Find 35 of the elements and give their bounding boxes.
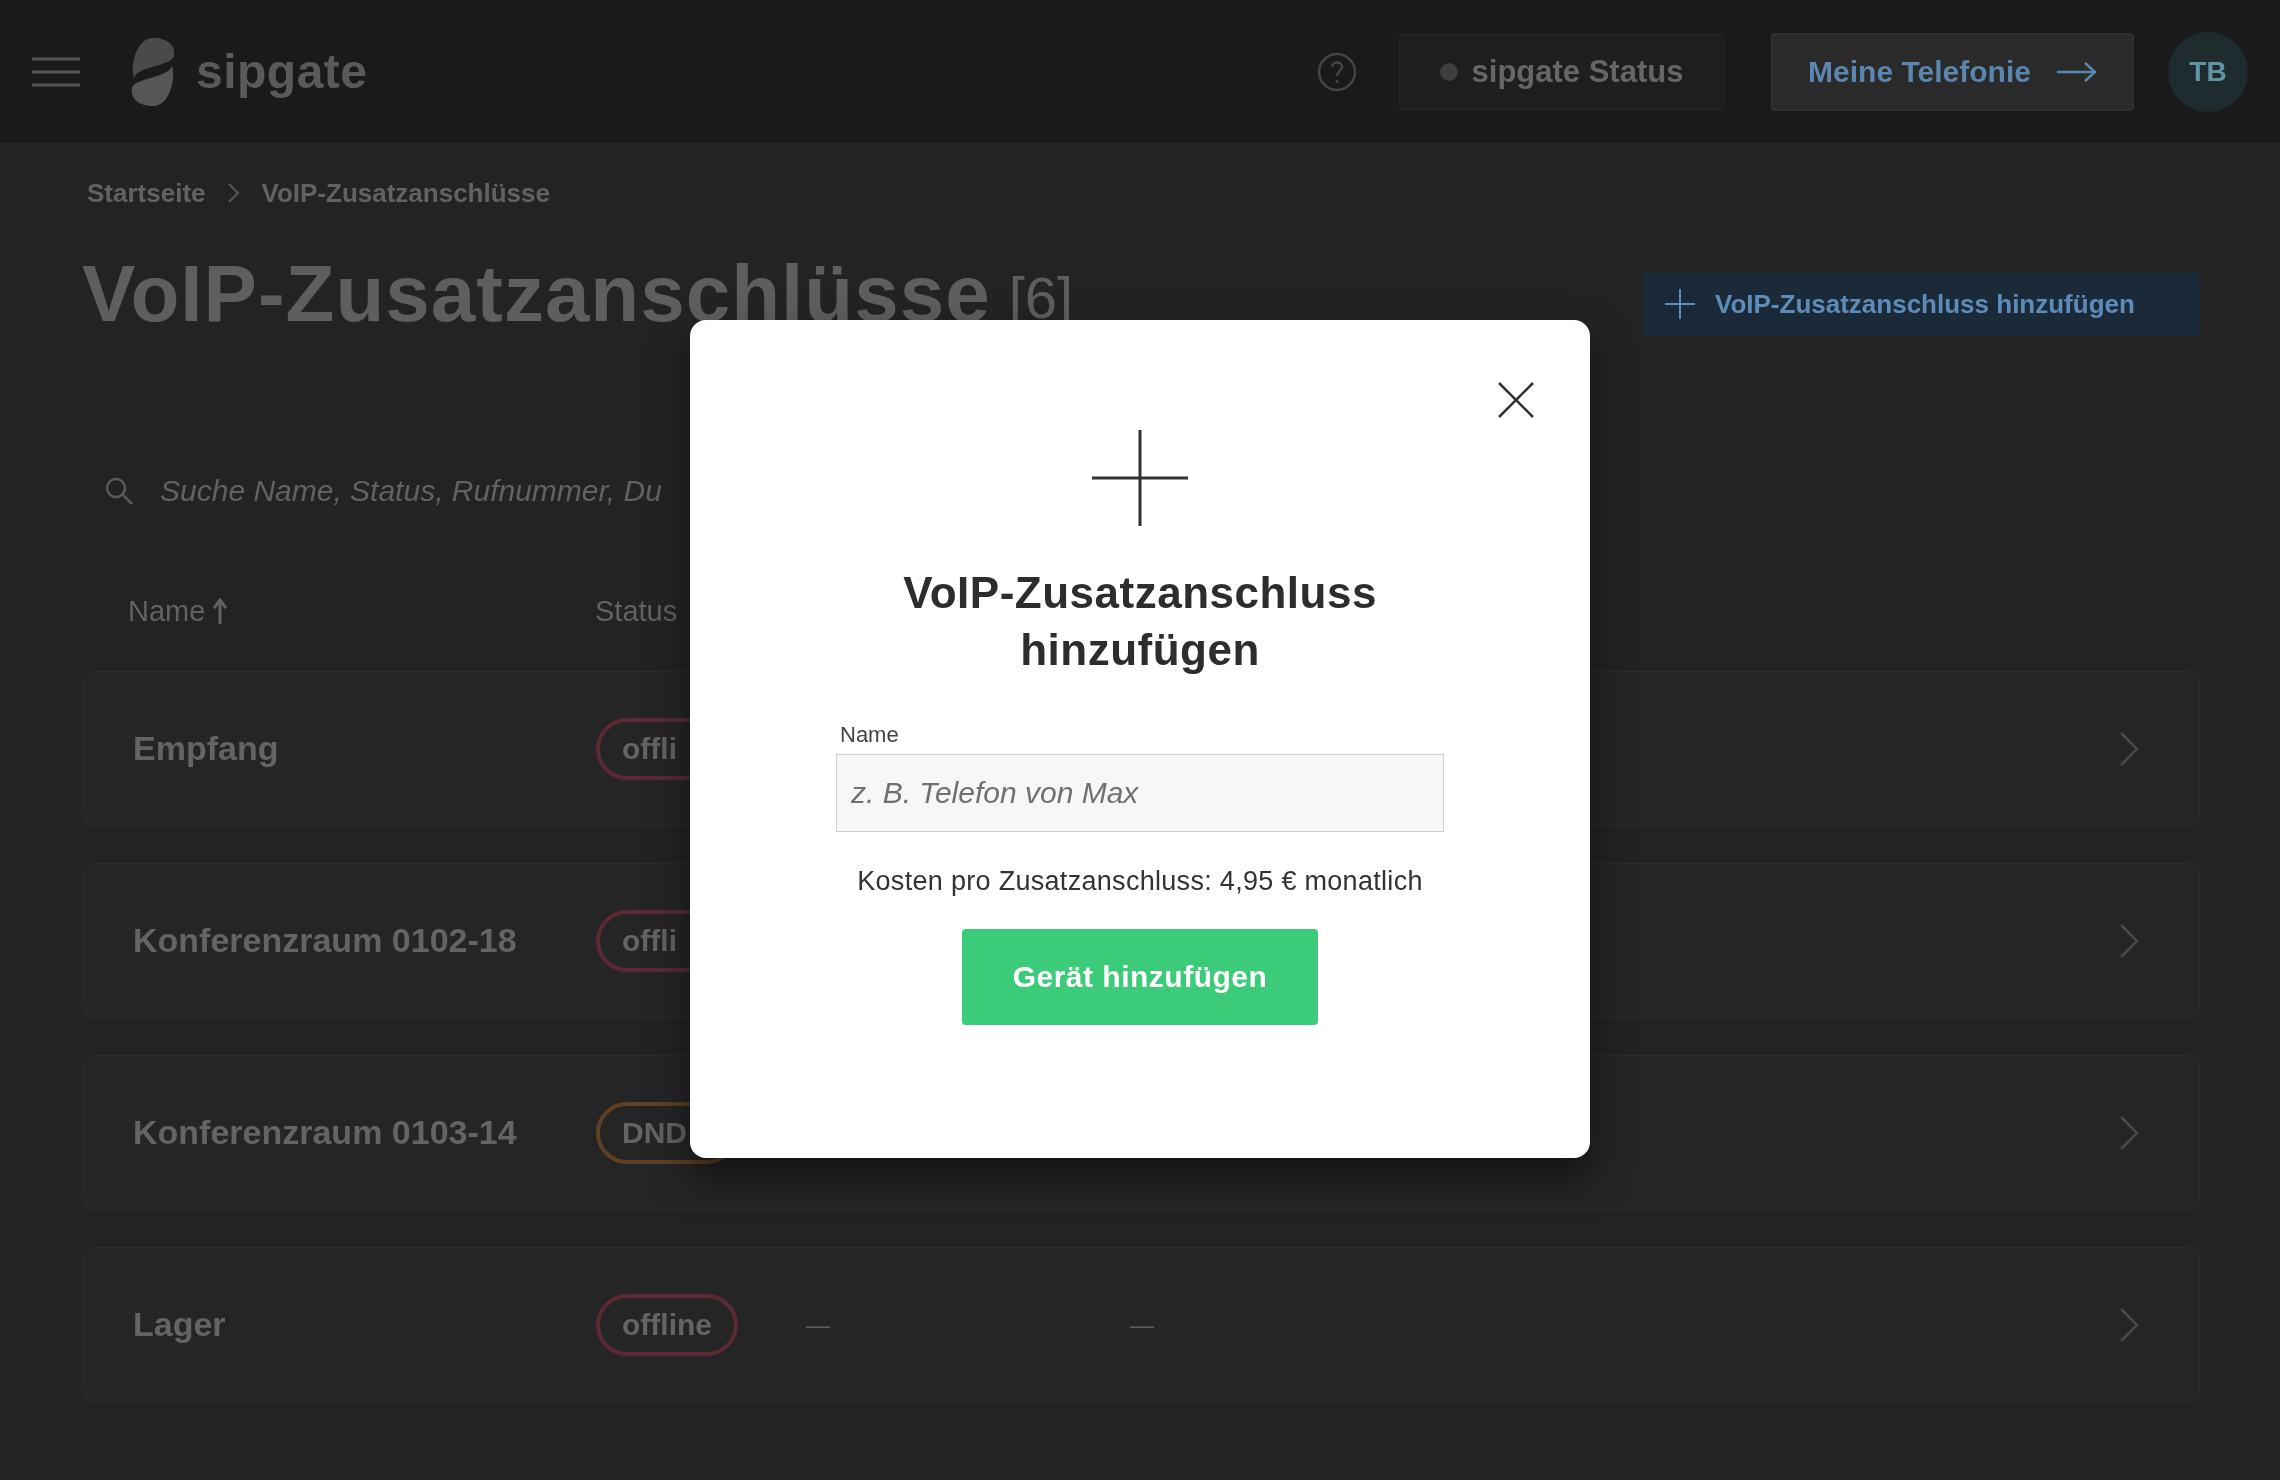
field-label: Name: [840, 722, 899, 748]
submit-button[interactable]: Gerät hinzufügen: [962, 929, 1318, 1025]
telephony-button[interactable]: Meine Telefonie: [1771, 32, 2134, 111]
status-dot-icon: [1439, 62, 1458, 81]
logo-text: sipgate: [196, 44, 368, 99]
name-input[interactable]: z. B. Telefon von Max: [836, 754, 1444, 832]
search-field[interactable]: Suche Name, Status, Rufnummer, Du: [160, 474, 662, 508]
dialog-title: VoIP-Zusatzanschluss hinzufügen: [902, 567, 1378, 676]
device-name: Konferenzraum 0102-18: [133, 921, 518, 960]
chevron-right-icon: [2119, 1306, 2139, 1343]
chevron-right-icon: [2119, 730, 2139, 767]
search-icon: [104, 476, 134, 506]
breadcrumb-link[interactable]: Startseite: [87, 177, 206, 209]
plus-icon: [1092, 430, 1188, 526]
chevron-right-icon: [227, 183, 240, 203]
table-cell: —: [806, 1310, 830, 1339]
device-name: Lager: [133, 1305, 227, 1344]
chevron-right-icon: [2119, 1114, 2139, 1151]
menu-icon[interactable]: [32, 56, 80, 87]
user-avatar[interactable]: TB: [2168, 31, 2248, 112]
device-name: Konferenzraum 0103-14: [133, 1113, 518, 1152]
plus-icon: [1665, 289, 1695, 319]
help-icon[interactable]: [1317, 51, 1357, 92]
chevron-right-icon: [2119, 922, 2139, 959]
status-badge: offline: [596, 1293, 738, 1356]
page-title: VoIP-Zusatzanschlüsse: [82, 248, 991, 340]
device-name: Empfang: [133, 729, 280, 768]
add-button[interactable]: VoIP-Zusatzanschluss hinzufügen: [1643, 272, 2200, 336]
column-header[interactable]: Name: [128, 594, 595, 628]
table-row[interactable]: Lager offline — —: [82, 1247, 2200, 1402]
arrow-right-icon: [2056, 61, 2097, 82]
cost-text: Kosten pro Zusatzanschluss: 4,95 € monatlich: [857, 866, 1423, 897]
status-button[interactable]: sipgate Status: [1399, 33, 1724, 110]
breadcrumb-current[interactable]: VoIP-Zusatzanschlüsse: [261, 177, 550, 209]
table-cell: —: [1130, 1310, 1154, 1339]
